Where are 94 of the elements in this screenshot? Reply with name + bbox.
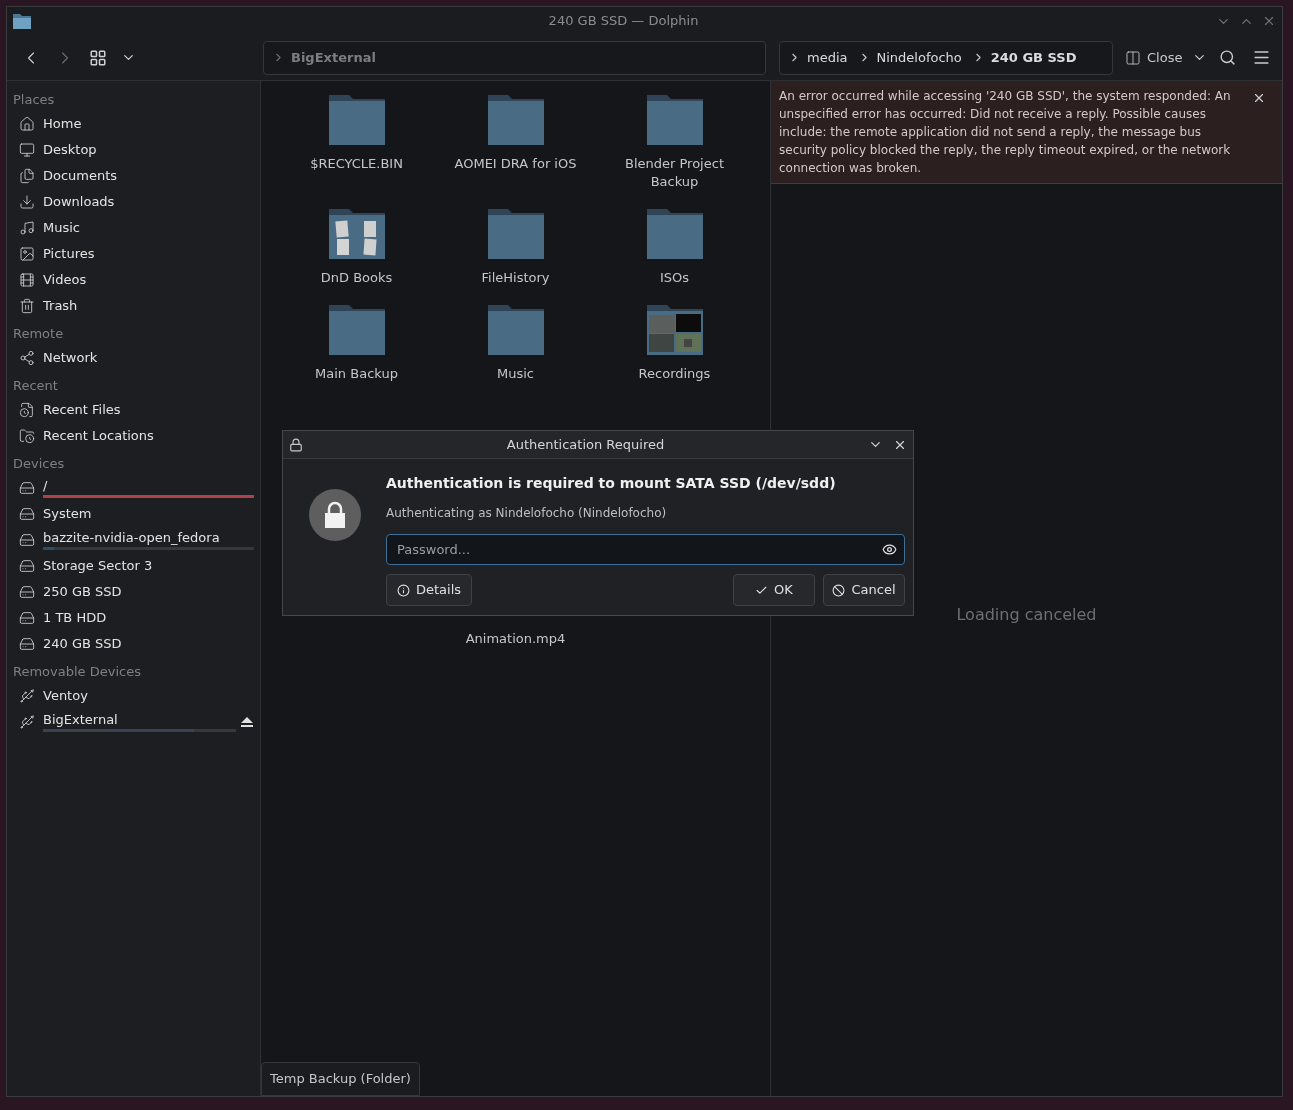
house-icon: [19, 116, 35, 132]
folder-icon: [486, 207, 545, 259]
image-icon: [19, 246, 35, 262]
sidebar-item[interactable]: Recent Locations: [43, 428, 154, 444]
network-icon: [19, 350, 35, 366]
folder-icon: [645, 93, 704, 145]
show-password-icon[interactable]: [882, 542, 897, 557]
drive-icon: [19, 480, 35, 496]
close-split-button[interactable]: Close: [1125, 47, 1183, 68]
status-message: Loading canceled: [956, 604, 1097, 626]
window-title: 240 GB SSD — Dolphin: [547, 12, 700, 31]
folder-icon: [327, 93, 386, 145]
file-label[interactable]: AOMEI DRA for iOS: [450, 155, 581, 173]
details-button[interactable]: Details: [386, 574, 473, 606]
trash-icon: [19, 298, 35, 314]
folder-pictures-icon: [645, 303, 704, 355]
file-clock-icon: [19, 402, 35, 418]
lock-icon: [289, 437, 303, 452]
file-label[interactable]: $RECYCLE.BIN: [291, 155, 422, 173]
dialog-heading: Authentication is required to mount SATA SSD (/dev/sdd): [386, 474, 837, 493]
search-icon[interactable]: [1219, 49, 1237, 66]
icon-view-icon[interactable]: [89, 48, 107, 67]
lock-icon: [308, 489, 361, 541]
file-label[interactable]: Animation.mp4: [436, 629, 595, 649]
drive-icon: [19, 506, 35, 522]
sidebar-item[interactable]: Recent Files: [43, 402, 121, 418]
section-heading: Places: [12, 91, 56, 109]
file-label[interactable]: FileHistory: [450, 269, 581, 287]
file-label[interactable]: Blender Project Backup: [609, 155, 740, 191]
sidebar-item[interactable]: Documents: [43, 168, 118, 184]
download-icon: [19, 194, 35, 210]
split-view-icon: [1125, 49, 1141, 66]
breadcrumb-item[interactable]: 240 GB SSD: [990, 47, 1077, 68]
drive-icon: [19, 636, 35, 652]
folder-icon: [327, 303, 386, 355]
location-bar[interactable]: BigExternal: [263, 40, 766, 75]
sidebar-item[interactable]: Videos: [43, 272, 87, 288]
cancel-button[interactable]: Cancel: [823, 574, 905, 606]
folder-app-icon: [13, 13, 31, 29]
close-icon[interactable]: [1252, 91, 1266, 105]
sidebar-item[interactable]: /: [43, 478, 48, 494]
eject-icon[interactable]: [240, 716, 254, 728]
cancel-icon: [832, 583, 846, 597]
sidebar-item[interactable]: bazzite-nvidia-open_fedora: [43, 530, 220, 546]
section-heading: Remote: [12, 325, 65, 343]
drive-icon: [19, 610, 35, 626]
folder-clock-icon: [19, 428, 35, 444]
sidebar-item[interactable]: Network: [43, 350, 98, 366]
drive-icon: [19, 558, 35, 574]
ok-button[interactable]: OK: [733, 574, 815, 606]
file-label[interactable]: ISOs: [609, 269, 740, 287]
file-label[interactable]: Recordings: [609, 365, 740, 383]
breadcrumb-item[interactable]: media: [807, 47, 848, 68]
sidebar-item[interactable]: Music: [43, 220, 80, 236]
folder-icon: [486, 303, 545, 355]
status-label: Temp Backup (Folder): [261, 1062, 420, 1096]
sidebar-item[interactable]: BigExternal: [43, 712, 118, 728]
menu-icon[interactable]: [1252, 48, 1272, 67]
breadcrumb-item[interactable]: BigExternal: [291, 47, 376, 68]
sidebar-item[interactable]: Ventoy: [43, 688, 88, 704]
sidebar-item[interactable]: 240 GB SSD: [43, 636, 122, 652]
section-heading: Recent: [12, 377, 59, 395]
sidebar-item[interactable]: Home: [43, 116, 82, 132]
drive-icon: [19, 532, 35, 548]
film-icon: [19, 272, 35, 288]
sidebar-item[interactable]: 250 GB SSD: [43, 584, 122, 600]
file-label[interactable]: DnD Books: [291, 269, 422, 287]
dialog-title: Authentication Required: [505, 435, 666, 454]
folder-icon: [486, 93, 545, 145]
password-field[interactable]: Password...: [386, 534, 905, 565]
file-label[interactable]: Main Backup: [291, 365, 422, 383]
location-bar[interactable]: media Nindelofocho 240 GB SSD: [779, 40, 1113, 75]
folder-icon: [645, 207, 704, 259]
sidebar-item[interactable]: System: [43, 506, 92, 522]
dialog-subtitle: Authenticating as Nindelofocho (Nindelofocho): [386, 505, 668, 522]
sidebar-item[interactable]: Storage Sector 3: [43, 558, 153, 574]
music-note-icon: [19, 220, 35, 236]
breadcrumb-item[interactable]: Nindelofocho: [876, 47, 962, 68]
sidebar-item[interactable]: Downloads: [43, 194, 115, 210]
sidebar-item[interactable]: Desktop: [43, 142, 97, 158]
usb-drive-icon: [19, 688, 35, 704]
usb-drive-icon: [19, 714, 35, 730]
sidebar-item[interactable]: Pictures: [43, 246, 95, 262]
sidebar-item[interactable]: 1 TB HDD: [43, 610, 107, 626]
error-message: An error occurred while accessing '240 GB SSD', the system responded: An unspecified error has occurred: Did not receive a reply. Possible causes include: the remote application did not send a reply, the message bus security policy blocked the reply, the reply timeout expired, or the network connection was broken.: [779, 88, 1232, 177]
folder-documents-icon: [327, 207, 386, 259]
monitor-icon: [19, 142, 35, 158]
documents-icon: [19, 168, 35, 184]
info-icon: [397, 583, 410, 597]
section-heading: Devices: [12, 455, 66, 473]
sidebar-item[interactable]: Trash: [43, 298, 78, 314]
drive-icon: [19, 584, 35, 600]
file-label[interactable]: Music: [450, 365, 581, 383]
section-heading: Removable Devices: [12, 663, 142, 681]
